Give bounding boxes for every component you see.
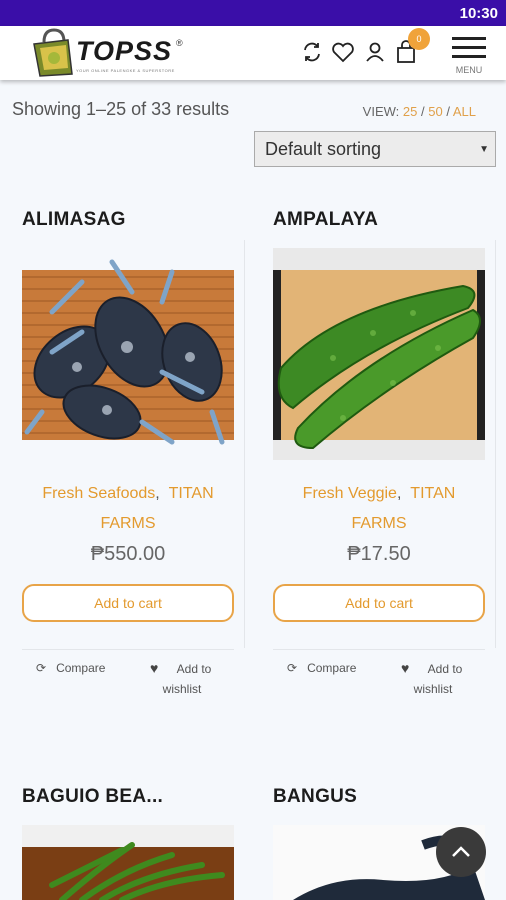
category-link[interactable]: Fresh Seafoods [42,485,155,502]
category-link[interactable]: Fresh Veggie [303,485,397,502]
result-count: Showing 1–25 of 33 results [12,99,230,119]
wishlist-label: wishlist [413,682,453,696]
compare-label: Compare [56,661,106,675]
cart-count-badge: 0 [408,28,430,50]
view-option-all[interactable]: ALL [453,104,476,119]
compare-icon[interactable] [299,39,325,65]
view-per-page: VIEW: 25 / 50 / ALL [363,104,476,119]
compare-label: Compare [307,661,357,675]
product-title[interactable]: ALIMASAG [22,209,126,231]
clock: 10:30 [459,5,498,22]
view-option-50[interactable]: 50 [428,104,442,119]
farm-link[interactable]: TITAN [410,485,455,502]
column-divider [244,240,245,648]
column-divider [495,240,496,648]
view-label: VIEW: [362,104,400,119]
dropdown-arrow-icon: ▼ [479,144,489,155]
farm-link[interactable]: FARMS [100,515,155,532]
product-title[interactable]: AMPALAYA [273,209,378,231]
product-categories: Fresh Seafoods, TITAN FARMS [42,485,214,532]
logo-wordmark: TOPSS [76,36,173,66]
product-price: ₱550.00 [90,543,166,565]
site-header: TOPSS ® YOUR ONLINE PALENGKE & SUPERSTOR… [0,26,506,80]
add-to-wishlist-link[interactable]: Add to wishlist [393,659,473,699]
wishlist-label: Add to [176,662,212,676]
farm-link[interactable]: FARMS [351,515,406,532]
add-to-cart-button[interactable]: Add to cart [22,584,234,622]
compare-link[interactable]: ⟳ Compare [36,661,105,675]
wishlist-label: Add to [427,662,463,676]
compare-link[interactable]: ⟳ Compare [287,661,356,675]
logo-registered-mark: ® [176,38,183,48]
view-separator: / [420,104,425,119]
wishlist-label: wishlist [162,682,202,696]
scroll-to-top-button[interactable] [436,827,486,877]
user-icon[interactable] [362,39,388,65]
add-to-cart-button[interactable]: Add to cart [273,584,485,622]
compare-icon: ⟳ [36,661,47,675]
add-to-wishlist-link[interactable]: Add to wishlist [142,659,222,699]
logo-tagline: YOUR ONLINE PALENGKE & SUPERSTORE [76,68,175,73]
product-title[interactable]: BANGUS [273,786,357,808]
product-price: ₱17.50 [347,543,411,565]
menu-label: MENU [455,65,483,75]
product-categories: Fresh Veggie, TITAN FARMS [302,485,456,532]
menu-button[interactable]: MENU [448,34,490,78]
compare-icon: ⟳ [287,661,298,675]
divider [273,649,485,650]
view-option-25[interactable]: 25 [403,104,417,119]
status-bar: 10:30 [0,0,506,26]
logo-bag-icon [33,28,73,77]
sort-selected-value: Default sorting [265,139,382,159]
heart-icon[interactable] [330,39,356,65]
product-title[interactable]: BAGUIO BEA... [22,786,163,808]
product-image-alimasag[interactable] [22,252,234,462]
site-logo[interactable]: TOPSS ® YOUR ONLINE PALENGKE & SUPERSTOR… [30,28,190,78]
view-separator: / [446,104,450,119]
chevron-up-icon [452,846,470,857]
hamburger-icon [452,37,486,58]
sort-select[interactable]: Default sorting ▼ [254,131,496,167]
divider [22,649,234,650]
product-image-baguio-beans[interactable] [22,825,234,900]
product-image-ampalaya[interactable] [273,248,485,460]
farm-link[interactable]: TITAN [169,485,214,502]
